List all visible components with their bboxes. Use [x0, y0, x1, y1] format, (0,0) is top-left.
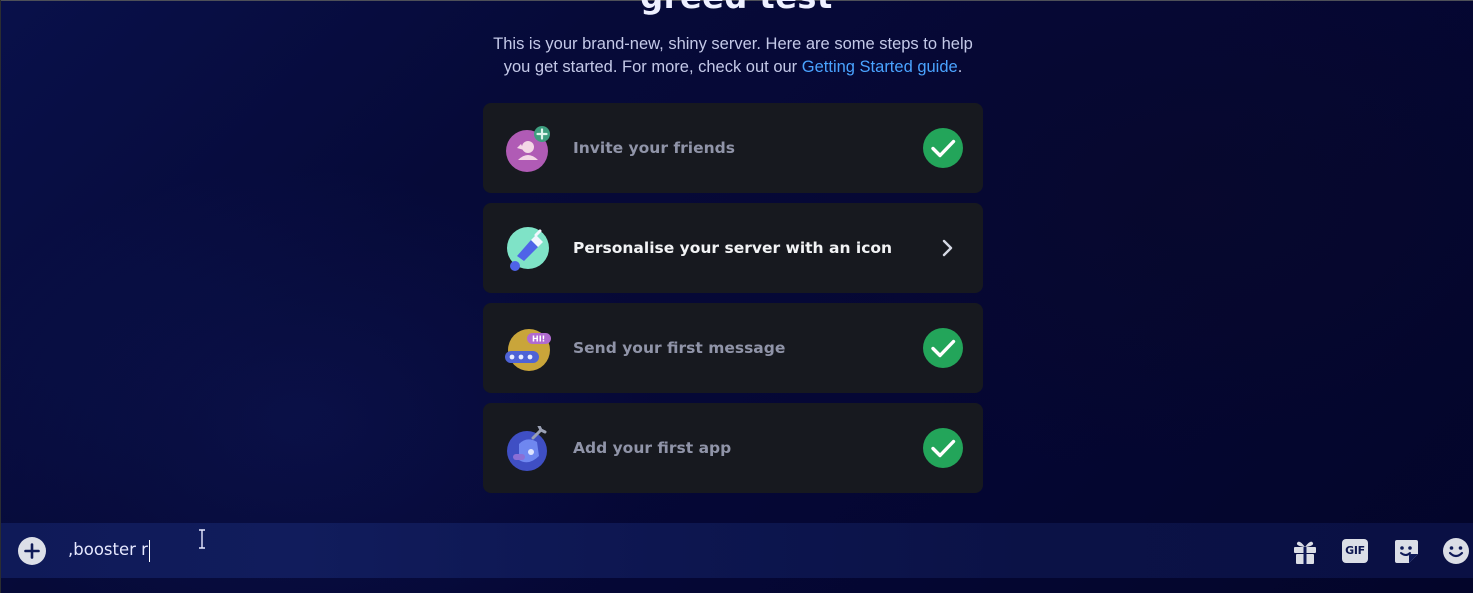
checklist-item-add-app[interactable]: Add your first app	[483, 403, 983, 493]
attach-plus-icon[interactable]	[18, 537, 46, 565]
invite-friends-icon	[506, 126, 550, 172]
gif-icon[interactable]: GIF	[1342, 537, 1370, 565]
chevron-right-icon	[942, 239, 953, 257]
completed-check-icon	[923, 328, 963, 368]
background-glow	[0, 0, 1473, 593]
completed-check-icon	[923, 128, 963, 168]
left-border	[0, 0, 1, 593]
emoji-icon[interactable]	[1442, 537, 1470, 565]
server-title: greed test	[0, 0, 1473, 16]
text-caret	[148, 539, 151, 562]
checklist-item-label: Invite your friends	[573, 139, 735, 157]
personalise-icon	[507, 227, 549, 271]
svg-text:HI!: HI!	[532, 335, 545, 344]
message-input-text: ,booster r	[68, 540, 148, 559]
checklist-item-send-message[interactable]: HI! Send your first message	[483, 303, 983, 393]
getting-started-link[interactable]: Getting Started guide	[802, 58, 958, 76]
app-icon	[507, 426, 547, 471]
message-icon: HI!	[505, 329, 551, 371]
checklist-item-invite-friends[interactable]: Invite your friends	[483, 103, 983, 193]
sticker-icon[interactable]	[1392, 537, 1420, 565]
message-composer: ,booster r GIF	[1, 523, 1473, 578]
intro-text: This is your brand-new, shiny server. He…	[486, 33, 980, 79]
checklist-item-personalise-icon[interactable]: Personalise your server with an icon	[483, 203, 983, 293]
completed-check-icon	[923, 428, 963, 468]
gift-icon[interactable]	[1291, 537, 1319, 565]
checklist-item-label: Personalise your server with an icon	[573, 239, 893, 257]
message-input[interactable]: ,booster r	[68, 537, 151, 563]
mouse-ibeam-cursor	[199, 529, 205, 549]
checklist-item-label: Send your first message	[573, 339, 786, 357]
checklist-item-label: Add your first app	[573, 439, 732, 457]
intro-text-end: .	[957, 58, 963, 76]
